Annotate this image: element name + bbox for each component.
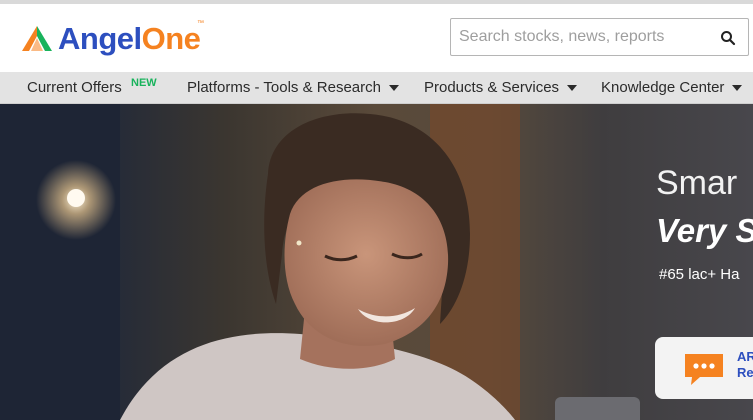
chevron-down-icon xyxy=(732,84,743,91)
chevron-down-icon xyxy=(567,84,578,91)
chat-icon xyxy=(685,354,723,385)
nav-item-platforms[interactable]: Platforms - Tools & Research xyxy=(187,72,399,103)
hero-photo xyxy=(0,104,640,420)
nav-item-label: Current Offers xyxy=(27,79,122,96)
nav-item-label: Platforms - Tools & Research xyxy=(187,79,381,96)
hero-banner[interactable]: Smar Very S #65 lac+ Ha AR Re xyxy=(0,104,753,420)
nav-item-products-services[interactable]: Products & Services xyxy=(424,72,578,103)
trademark-symbol: ™ xyxy=(197,20,204,27)
card-title-line2: Re xyxy=(737,365,753,380)
main-nav: Current Offers NEW Platforms - Tools & R… xyxy=(0,72,753,104)
logo-text-angel: Angel xyxy=(58,20,142,56)
search-box xyxy=(450,18,749,56)
site-header: AngelOne ™ xyxy=(0,4,753,72)
angelone-logo[interactable]: AngelOne ™ xyxy=(20,18,204,58)
hero-subtext: #65 lac+ Ha xyxy=(659,266,740,283)
nav-item-label: Knowledge Center xyxy=(601,79,725,96)
new-badge: NEW xyxy=(131,77,157,89)
nav-item-current-offers[interactable]: Current Offers NEW xyxy=(27,72,157,103)
hero-headline-line2: Very S xyxy=(656,212,753,249)
nav-item-label: Products & Services xyxy=(424,79,560,96)
search-icon[interactable] xyxy=(720,30,736,46)
hero-headline-line1: Smar xyxy=(656,164,738,202)
hero-feature-card[interactable]: AR Re xyxy=(655,337,753,399)
nav-item-knowledge-center[interactable]: Knowledge Center xyxy=(601,72,743,103)
search-input[interactable] xyxy=(451,19,709,55)
logo-text-one: One xyxy=(141,20,201,56)
card-title-line1: AR xyxy=(737,349,753,364)
logo-wordmark: AngelOne xyxy=(58,20,201,56)
angelone-logo-icon xyxy=(22,26,52,51)
chevron-down-icon xyxy=(388,84,399,91)
